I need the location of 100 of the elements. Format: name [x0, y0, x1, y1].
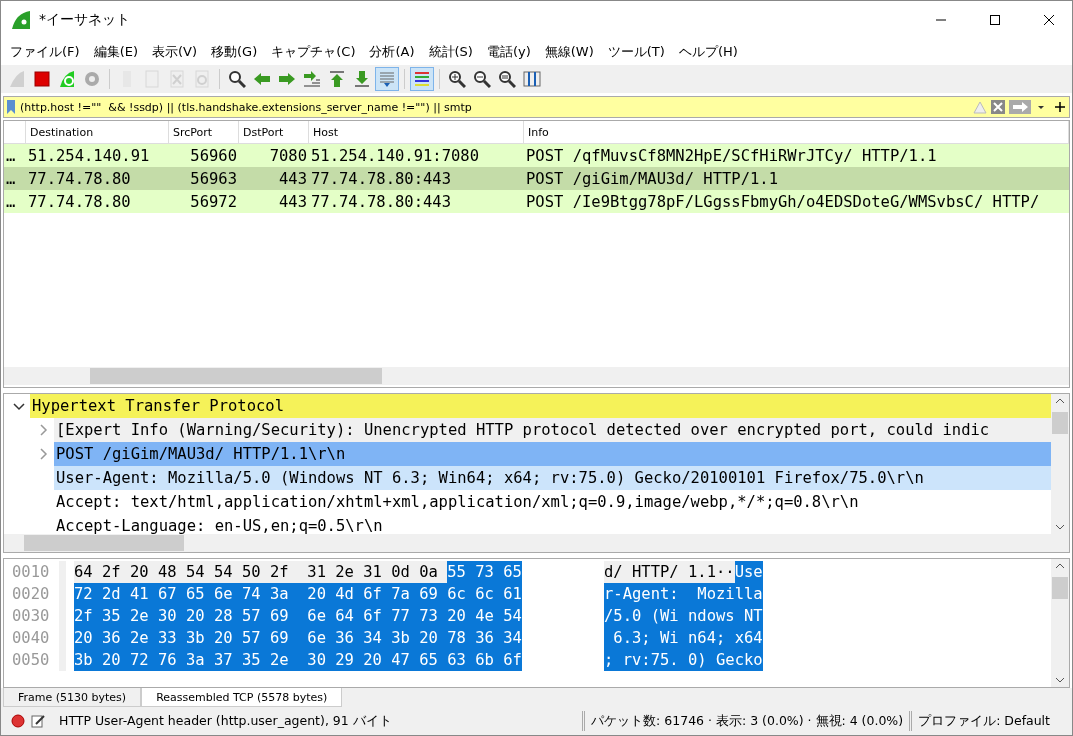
- scrollbar-thumb[interactable]: [1052, 577, 1068, 600]
- plus-icon[interactable]: [1055, 102, 1065, 113]
- tab[interactable]: Frame (5130 bytes): [3, 687, 142, 708]
- scroll-up-icon[interactable]: [1055, 398, 1065, 405]
- horizontal-scrollbar[interactable]: [4, 534, 1069, 553]
- menu-item[interactable]: 編集(E): [86, 42, 145, 61]
- table-cell-text: 56963: [189, 169, 238, 188]
- table-cell-text: 443: [278, 169, 308, 188]
- table-cell-text: 56960: [189, 146, 238, 165]
- zoom-out-icon: [473, 69, 491, 88]
- vertical-scrollbar[interactable]: [1051, 394, 1069, 535]
- packet-count: パケット数: 61746 · 表示: 3 (0.0%) · 無視: 4 (0.0%): [591, 712, 904, 730]
- scroll-down-icon[interactable]: [1055, 524, 1065, 531]
- tree-item[interactable]: POST /giGim/MAU3d/ HTTP/1.1\r\n: [54, 442, 1051, 467]
- ascii-text: ; rv:75. 0) Gecko: [604, 649, 763, 672]
- zoom-reset-icon: [498, 69, 516, 88]
- collapse-chevron-icon[interactable]: [13, 400, 25, 413]
- status-text: HTTP User-Agent header (http.user_agent), 91 バイト: [59, 712, 393, 730]
- maximize-icon[interactable]: [990, 15, 1000, 25]
- table-cell-text: …: [5, 146, 17, 165]
- status-dot-icon[interactable]: [11, 714, 25, 729]
- hex-bytes: 64 2f 20 48 54 54 50 2f 31 2e 31 0d 0a: [74, 561, 448, 584]
- scrollbar-thumb[interactable]: [1052, 412, 1068, 435]
- reload-file-icon: [194, 69, 210, 88]
- window-title: *イーサネット: [39, 11, 131, 29]
- menu-item[interactable]: ツール(T): [600, 42, 672, 61]
- table-cell-text: POST /qfMuvsCf8MN2HpE/SCfHiRWrJTCy/ HTTP/1.1: [525, 146, 938, 165]
- table-cell-text: 77.74.78.80: [27, 169, 132, 188]
- expand-chevron-icon[interactable]: [37, 448, 49, 461]
- vertical-scrollbar[interactable]: [1051, 559, 1069, 687]
- column-header[interactable]: Destination: [26, 121, 169, 143]
- zoom-in-icon: [448, 69, 466, 88]
- table-cell-text: POST /giGim/MAU3d/ HTTP/1.1: [525, 169, 779, 188]
- tree-item[interactable]: User-Agent: Mozilla/5.0 (Windows NT 6.3; Win64; x64; rv:75.0) Gecko/20100101 Firefox/75.0\r\n: [54, 466, 1051, 491]
- gear-icon: [83, 69, 101, 88]
- fin-restart-icon: [58, 69, 76, 88]
- menu-item[interactable]: 無線(W): [537, 42, 601, 61]
- ascii-text: 6.3; Wi n64; x64: [604, 627, 763, 650]
- menu-item[interactable]: 電話(y): [479, 42, 538, 61]
- colored-lines-icon: [413, 69, 431, 88]
- scrollbar-thumb[interactable]: [90, 368, 382, 385]
- search-icon: [228, 69, 246, 88]
- fin-icon: [8, 69, 26, 88]
- menu-item[interactable]: ヘルプ(H): [671, 42, 745, 61]
- filter-input[interactable]: (http.host !="" && !ssdp) || (tls.handshake.extensions_server_name !="") || smtp: [20, 100, 969, 114]
- tab[interactable]: Reassembled TCP (5578 bytes): [141, 687, 343, 708]
- column-header[interactable]: SrcPort: [169, 121, 239, 143]
- expand-chevron-icon[interactable]: [37, 424, 49, 437]
- profile-label[interactable]: プロファイル: Default: [918, 712, 1050, 730]
- hex-bytes: 2f 35 2e 30 20 28 57 69 6e 64 6f 77 73 20 4e 54: [74, 605, 522, 628]
- app-icon: [11, 10, 31, 30]
- table-cell-text: …: [5, 169, 17, 188]
- scroll-down-icon[interactable]: [1055, 676, 1065, 683]
- clear-icon[interactable]: [991, 100, 1005, 115]
- ascii-text: r-Agent: Mozilla: [604, 583, 763, 606]
- table-cell-text: …: [5, 192, 17, 211]
- table-cell-text: 77.74.78.80:443: [310, 192, 452, 211]
- tree-item[interactable]: [Expert Info (Warning/Security): Unencrypted HTTP protocol detected over encrypted port, could indic: [54, 418, 1051, 443]
- down-arrow-icon: [353, 69, 371, 88]
- resize-columns-icon: [523, 69, 541, 88]
- list-scroll-icon: [378, 69, 396, 88]
- close-file-icon: [169, 69, 185, 88]
- bookmark-icon[interactable]: [6, 99, 16, 116]
- close-icon[interactable]: [1044, 15, 1054, 25]
- table-cell-text: 56972: [189, 192, 238, 211]
- left-arrow-icon: [253, 70, 271, 87]
- packet-row[interactable]: … 77.74.78.80 56972 443 77.74.78.80:443 POST /Ie9Btgg78pF/LGgssFbmyGh/o4EDSDoteG/WMSvbsC/ HTTP/: [4, 190, 1069, 213]
- packet-row[interactable]: … 51.254.140.91 56960 7080 51.254.140.91:7080 POST /qfMuvsCf8MN2HpE/SCfHiRWrJTCy/ HTTP/1.1: [4, 144, 1069, 167]
- column-header[interactable]: Info: [524, 121, 1069, 143]
- menu-item[interactable]: キャプチャ(C): [264, 42, 363, 61]
- table-cell-text: 443: [278, 192, 308, 211]
- menu-item[interactable]: 移動(G): [204, 42, 265, 61]
- hex-bytes: 3b 20 72 76 3a 37 35 2e 30 29 20 47 65 63 6b 6f: [74, 649, 522, 672]
- toolbar-button[interactable]: [410, 66, 434, 91]
- menu-item[interactable]: 分析(A): [362, 42, 422, 61]
- menu-item[interactable]: 表示(V): [145, 42, 205, 61]
- table-cell-text: 7080: [268, 146, 308, 165]
- ascii-text: Use: [734, 561, 763, 584]
- up-arrow-icon: [328, 69, 346, 88]
- hex-bytes: 20 36 2e 33 3b 20 57 69 6e 36 34 3b 20 78 36 34: [74, 627, 522, 650]
- right-arrow-icon: [278, 70, 296, 87]
- filter-field[interactable]: (http.host !="" && !ssdp) || (tls.handshake.extensions_server_name !="") || smtp: [3, 96, 1070, 118]
- tree-item[interactable]: Hypertext Transfer Protocol: [30, 394, 1051, 419]
- hex-bytes: 55 73 65: [447, 561, 522, 584]
- column-header[interactable]: DstPort: [239, 121, 309, 143]
- warning-icon: [973, 100, 987, 114]
- table-cell-text: 51.254.140.91:7080: [310, 146, 480, 165]
- edit-note-icon[interactable]: [31, 714, 45, 729]
- table-cell-text: POST /Ie9Btgg78pF/LGgssFbmyGh/o4EDSDoteG/WMSvbsC/ HTTP/: [525, 192, 1041, 211]
- hex-bytes: 72 2d 41 67 65 6e 74 3a 20 4d 6f 7a 69 6c 6c 61: [74, 583, 522, 606]
- table-cell-text: 51.254.140.91: [27, 146, 151, 165]
- column-header[interactable]: Host: [309, 121, 524, 143]
- horizontal-scrollbar[interactable]: [4, 367, 1069, 386]
- jump-to-line-icon: [303, 69, 321, 88]
- menu-item[interactable]: ファイル(F): [3, 42, 87, 61]
- scrollbar-thumb[interactable]: [24, 535, 184, 552]
- table-cell-text: 77.74.78.80: [27, 192, 132, 211]
- menu-item[interactable]: 統計(S): [421, 42, 480, 61]
- packet-row[interactable]: … 77.74.78.80 56963 443 77.74.78.80:443 POST /giGim/MAU3d/ HTTP/1.1: [4, 167, 1069, 190]
- scroll-up-icon[interactable]: [1055, 563, 1065, 570]
